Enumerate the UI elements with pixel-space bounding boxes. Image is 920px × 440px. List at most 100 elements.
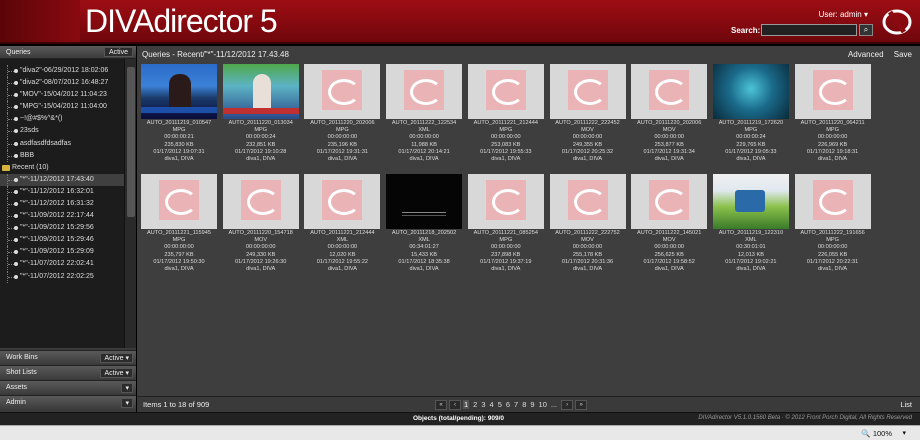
asset-tile[interactable]: AUTO_20111220_154718 MOV 00:00:00:00 249,33… — [222, 174, 299, 273]
query-tree-item[interactable]: "*"-11/09/2012 15:29:46 — [0, 234, 124, 247]
asset-tile[interactable]: AUTO_20111222_145021 MOV 00:00:00:00 256,62… — [631, 174, 708, 273]
asset-thumbnail[interactable] — [549, 174, 626, 229]
save-link[interactable]: Save — [894, 50, 912, 59]
asset-thumbnail[interactable] — [304, 64, 381, 119]
user-menu[interactable]: User: admin ▾ — [819, 10, 868, 19]
query-label: "*"-11/12/2012 16:32:01 — [20, 187, 94, 195]
query-tree-item[interactable]: ~!@#$%^&*() — [0, 113, 124, 126]
asset-tile[interactable]: AUTO_20111218_202502 XML 00:34:01:27 15,433… — [386, 174, 463, 273]
asset-tile[interactable]: AUTO_20111220_202006 MPG 00:00:00:00 235,19… — [304, 64, 381, 163]
asset-thumbnail[interactable] — [222, 174, 299, 229]
query-tree-item[interactable]: 23sds — [0, 125, 124, 138]
asset-duration: 00:00:00:00 — [409, 134, 439, 141]
page-number[interactable]: 9 — [530, 400, 534, 409]
asset-location: diva1, DIVA — [654, 156, 684, 163]
asset-thumbnail[interactable] — [794, 174, 871, 229]
page-number[interactable]: 8 — [522, 400, 526, 409]
query-bullet-icon — [14, 153, 18, 158]
asset-tile[interactable]: AUTO_20111219_122310 XML 00:30:01:01 12,013… — [712, 174, 789, 273]
first-page-button[interactable]: « — [435, 399, 447, 410]
asset-tile[interactable]: AUTO_20111222_122534 XML 00:00:00:00 11,988… — [386, 64, 463, 163]
tree-scrollbar[interactable] — [124, 59, 136, 348]
prev-page-button[interactable]: ‹ — [449, 399, 461, 410]
query-tree-item[interactable]: "*"-11/12/2012 16:32:01 — [0, 185, 124, 198]
query-tree-item[interactable]: "*"-11/09/2012 15:29:09 — [0, 246, 124, 259]
search-input[interactable] — [761, 24, 857, 36]
asset-tile[interactable]: AUTO_20111219_172620 MPG 00:00:00:24 229,76… — [712, 64, 789, 163]
query-tree-item[interactable]: "diva2"-06/29/2012 18:02:06 — [0, 65, 124, 77]
query-tree-item[interactable]: "*"-11/07/2012 22:02:25 — [0, 270, 124, 283]
advanced-link[interactable]: Advanced — [848, 50, 884, 59]
page-number[interactable]: 1 — [463, 400, 470, 409]
next-page-button[interactable]: › — [561, 399, 574, 410]
placeholder-logo-icon — [240, 180, 281, 220]
asset-thumbnail[interactable] — [386, 64, 463, 119]
queries-panel-header[interactable]: Queries Active — [0, 46, 136, 59]
asset-format: MPG — [172, 127, 186, 134]
page-number[interactable]: 10 — [539, 400, 547, 409]
query-tree-item[interactable]: "MPG"-15/04/2012 11:04:00 — [0, 101, 124, 114]
zoom-dropdown-icon[interactable]: ▾ — [902, 429, 906, 437]
asset-thumbnail[interactable] — [631, 64, 708, 119]
page-number[interactable]: 7 — [514, 400, 518, 409]
asset-tile[interactable]: AUTO_20111219_010547 MPG 00:00:00:21 235,83… — [141, 64, 217, 163]
asset-thumbnail[interactable] — [467, 174, 544, 229]
asset-thumbnail[interactable] — [712, 64, 789, 119]
asset-thumbnail[interactable] — [631, 174, 708, 229]
asset-thumbnail[interactable] — [794, 64, 871, 119]
asset-tile[interactable]: AUTO_20111220_064211 MPG 00:00:00:00 226,96… — [794, 64, 871, 163]
query-tree-item[interactable]: "*"-11/12/2012 16:31:32 — [0, 197, 124, 210]
asset-tile[interactable]: AUTO_20111222_222752 MOV 00:00:00:00 255,17… — [549, 174, 626, 273]
asset-tile[interactable]: AUTO_20111220_202006 MOV 00:00:00:00 253,87… — [631, 64, 708, 163]
asset-tile[interactable]: AUTO_20111221_212444 MPG 00:00:00:00 253,08… — [467, 64, 544, 163]
asset-thumbnail[interactable] — [141, 64, 217, 119]
assets-panel[interactable]: Assets ▾ — [0, 380, 136, 394]
queries-mode-dropdown[interactable]: Active — [103, 47, 133, 57]
query-tree-item[interactable]: "*"-11/09/2012 15:29:56 — [0, 222, 124, 235]
asset-thumbnail[interactable] — [141, 174, 217, 229]
page-number[interactable]: 6 — [506, 400, 510, 409]
query-tree-item[interactable]: "diva2"-08/07/2012 16:48:27 — [0, 77, 124, 90]
query-tree-item[interactable]: "*"-11/12/2012 17:43:40 — [0, 173, 124, 186]
asset-duration: 00:00:00:00 — [572, 134, 603, 141]
assets-dropdown[interactable]: ▾ — [121, 383, 133, 393]
page-number[interactable]: 3 — [481, 400, 485, 409]
asset-location: diva1, DIVA — [491, 266, 521, 273]
asset-meta: AUTO_20111221_212444 XML 00:00:00:00 12,020… — [304, 230, 380, 273]
tree-branch-line — [7, 125, 14, 138]
page-number[interactable]: 5 — [498, 400, 502, 409]
query-tree-item[interactable]: "*"-11/07/2012 22:02:41 — [0, 258, 124, 271]
query-tree-item[interactable]: "MOV"-15/04/2012 11:04:23 — [0, 89, 124, 102]
query-tree-item[interactable]: BBB — [0, 149, 124, 162]
asset-thumbnail[interactable] — [467, 64, 544, 119]
shot-lists-panel[interactable]: Shot Lists Active ▾ — [0, 365, 136, 379]
zoom-level[interactable]: 🔍 100% — [861, 429, 892, 438]
admin-dropdown[interactable]: ▾ — [121, 398, 133, 408]
recent-folder[interactable]: Recent (10) — [0, 162, 124, 174]
page-number[interactable]: ... — [551, 400, 557, 409]
page-number[interactable]: 2 — [473, 400, 477, 409]
shot-lists-dropdown[interactable]: Active ▾ — [100, 368, 133, 378]
work-bins-panel[interactable]: Work Bins Active ▾ — [0, 350, 136, 364]
admin-panel[interactable]: Admin ▾ — [0, 395, 136, 409]
asset-thumbnail[interactable] — [222, 64, 299, 119]
objects-status: Objects (total/pending): 909/0 — [413, 415, 505, 422]
work-bins-dropdown[interactable]: Active ▾ — [100, 353, 133, 363]
asset-tile[interactable]: AUTO_20111220_013034 MPG 00:00:00:24 232,85… — [222, 64, 299, 163]
asset-tile[interactable]: AUTO_20111222_191656 MPG 00:00:00:00 226,05… — [794, 174, 871, 273]
asset-tile[interactable]: AUTO_20111221_212444 XML 00:00:00:00 12,020… — [304, 174, 381, 273]
asset-tile[interactable]: AUTO_20111221_085254 MPG 00:00:00:00 237,89… — [467, 174, 544, 273]
page-number[interactable]: 4 — [490, 400, 494, 409]
list-view-toggle[interactable]: List — [900, 400, 912, 409]
asset-thumbnail[interactable] — [712, 174, 789, 229]
search-button[interactable]: ⌕ — [859, 24, 873, 36]
query-tree-item[interactable]: asdfasdfdsadfas — [0, 137, 124, 150]
asset-tile[interactable]: AUTO_20111221_115945 MPG 00:00:00:00 235,79… — [141, 174, 217, 273]
asset-thumbnail[interactable] — [549, 64, 626, 119]
asset-thumbnail[interactable] — [386, 174, 463, 229]
last-page-button[interactable]: » — [575, 399, 588, 410]
query-tree-item[interactable]: "*"-11/09/2012 22:17:44 — [0, 210, 124, 223]
scrollbar-thumb[interactable] — [127, 67, 135, 217]
asset-thumbnail[interactable] — [304, 174, 381, 229]
asset-tile[interactable]: AUTO_20111222_222452 MOV 00:00:00:00 249,35… — [549, 64, 626, 163]
